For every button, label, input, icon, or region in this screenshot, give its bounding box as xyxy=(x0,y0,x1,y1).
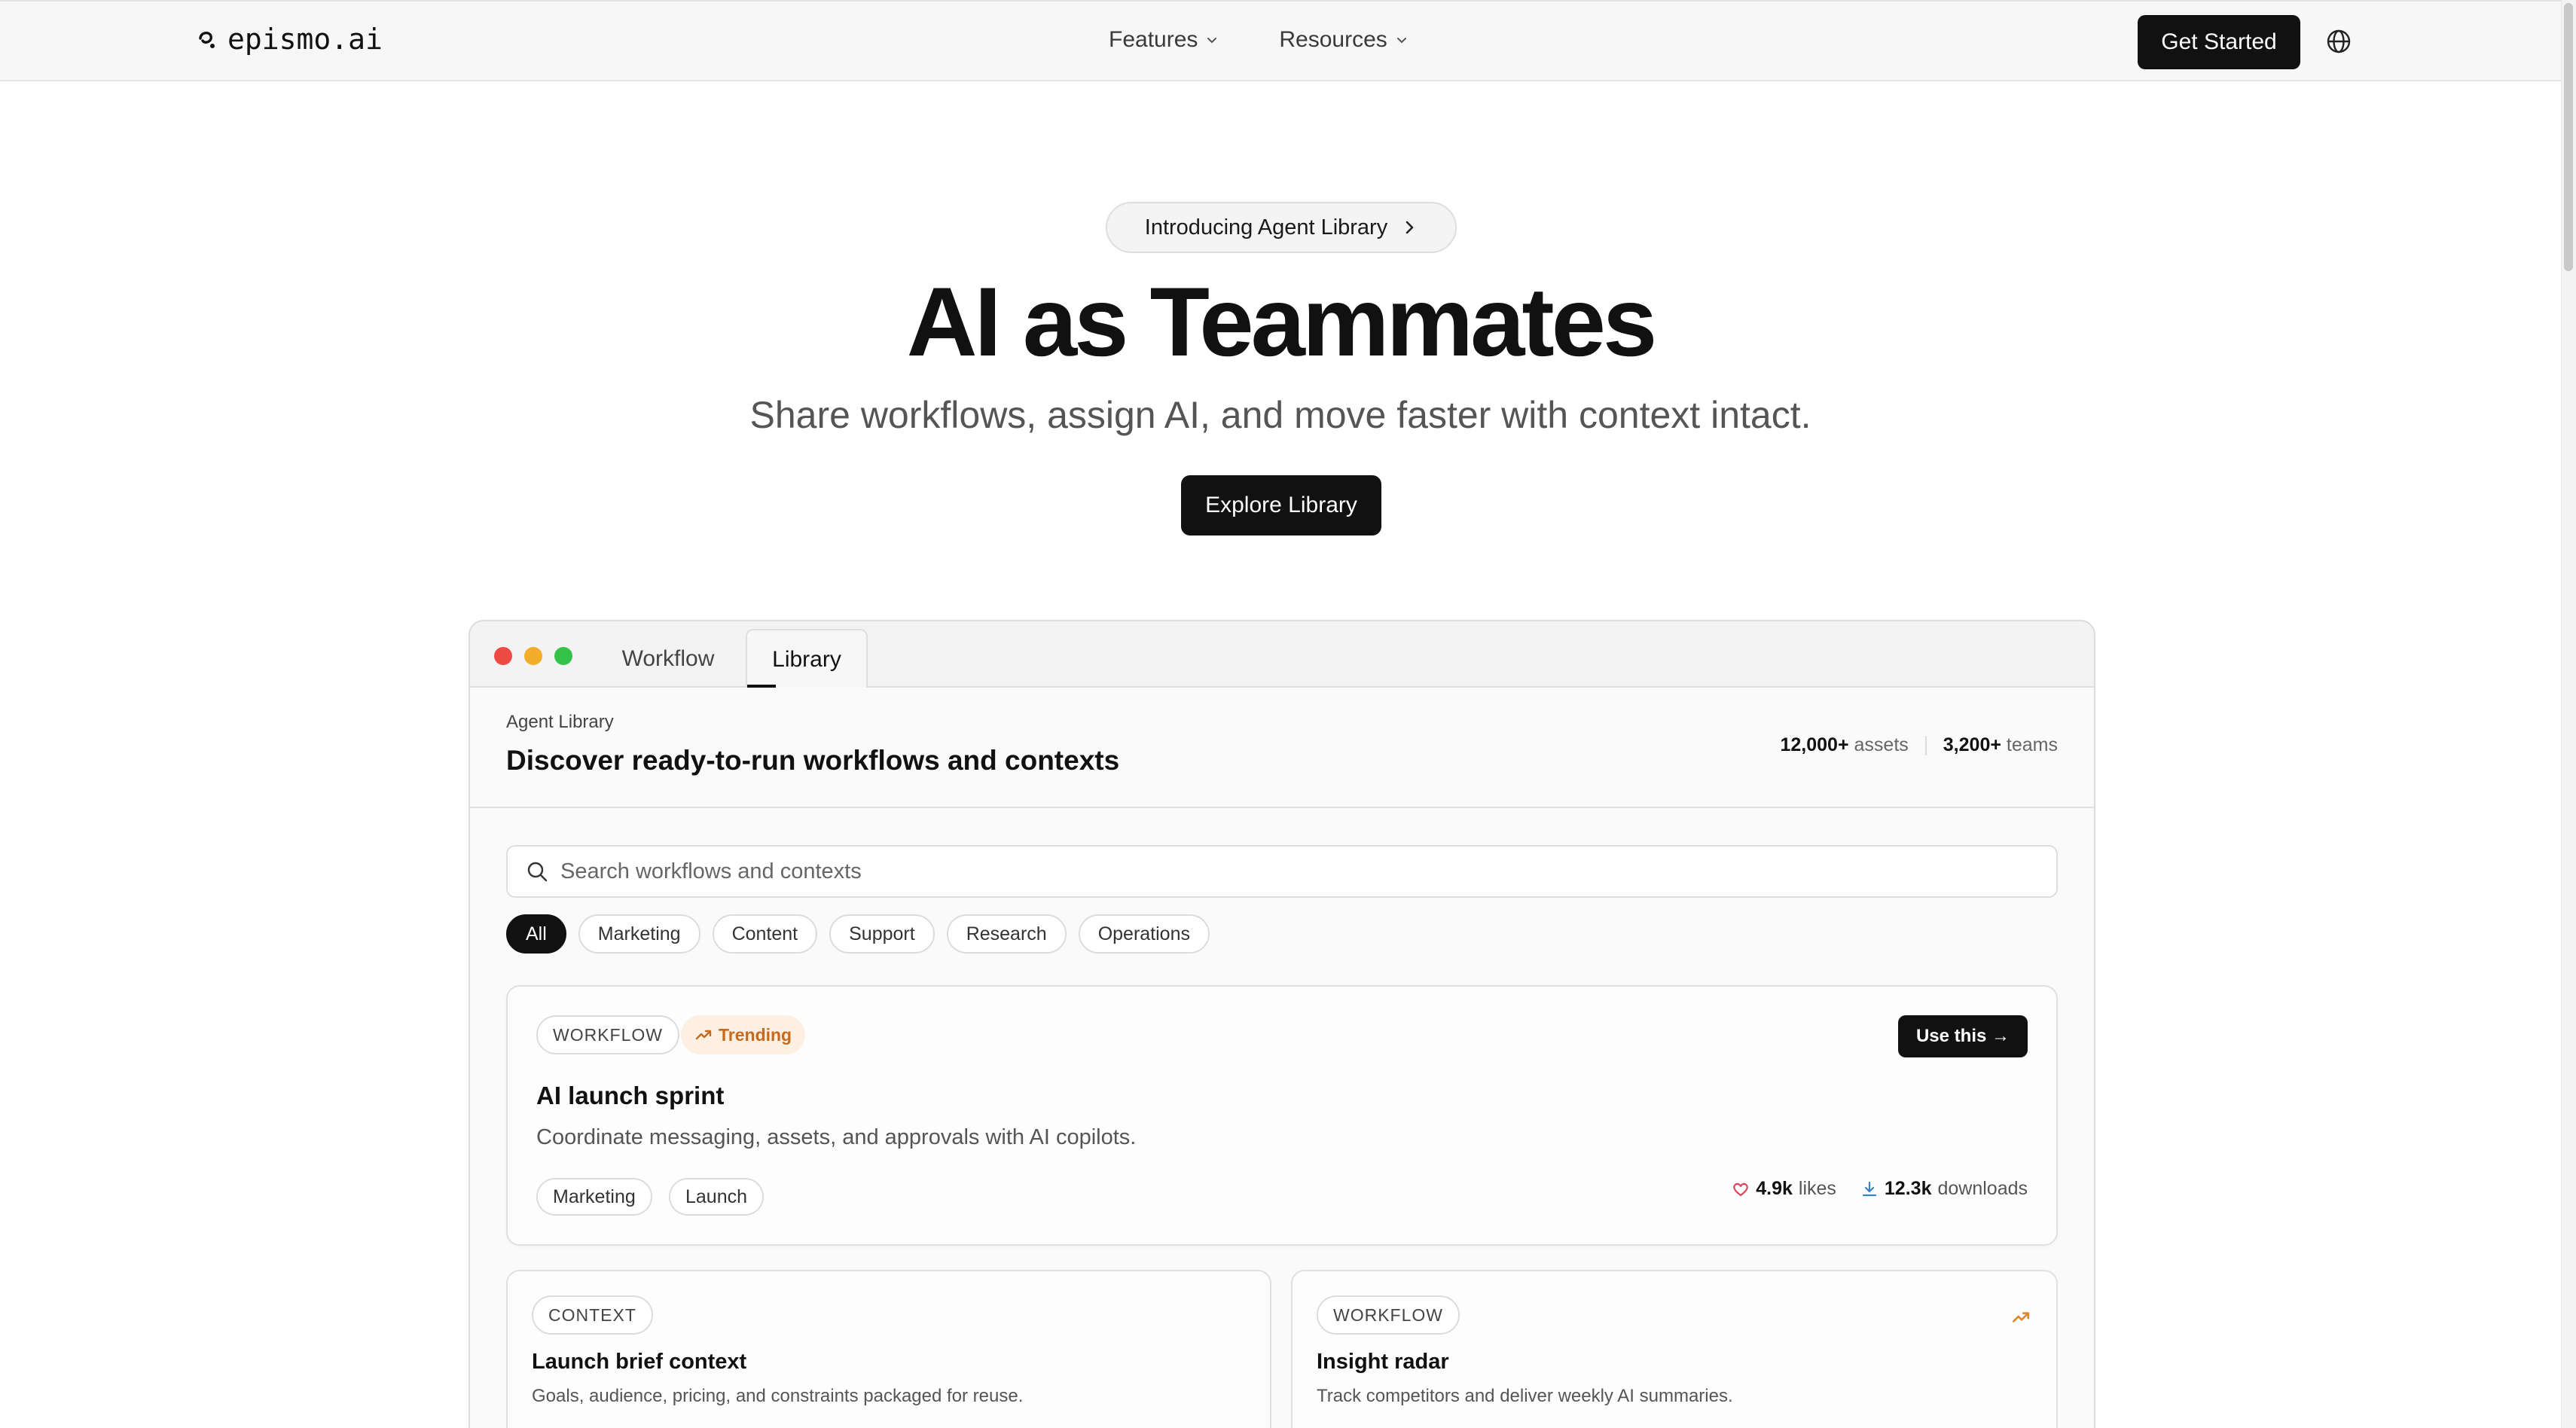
trending-up-icon xyxy=(695,1030,712,1040)
filter-marketing[interactable]: Marketing xyxy=(578,914,700,954)
tag-launch[interactable]: Launch xyxy=(669,1178,765,1216)
filter-operations[interactable]: Operations xyxy=(1078,914,1210,954)
use-this-button[interactable]: Use this → xyxy=(1897,1015,2028,1057)
context-card[interactable]: CONTEXT Launch brief context Goals, audi… xyxy=(506,1270,1271,1428)
workflow-card[interactable]: WORKFLOW Insight radar Track competitors… xyxy=(1291,1270,2058,1428)
scrollbar-thumb[interactable] xyxy=(2564,3,2573,271)
nav-features[interactable]: Features xyxy=(1109,27,1219,53)
tab-workflow[interactable]: Workflow xyxy=(604,630,732,688)
logo[interactable]: epismo.ai xyxy=(196,23,383,56)
card-title: Launch brief context xyxy=(532,1350,747,1374)
window-tab-bar: Workflow Library xyxy=(470,621,2094,689)
downloads-label: downloads xyxy=(1937,1178,2028,1199)
chevron-down-icon xyxy=(1207,38,1217,44)
stat-divider xyxy=(1924,735,1927,755)
card-metrics: 4.9k likes 12.3k downloads xyxy=(1732,1178,2028,1200)
download-icon xyxy=(1862,1181,1877,1196)
library-eyebrow: Agent Library xyxy=(506,712,614,732)
trending-label: Trending xyxy=(719,1024,792,1045)
filter-content[interactable]: Content xyxy=(712,914,818,954)
type-badge: WORKFLOW xyxy=(536,1015,679,1054)
card-description: Goals, audience, pricing, and constraint… xyxy=(532,1386,1024,1406)
card-title: AI launch sprint xyxy=(536,1082,725,1109)
type-badge: WORKFLOW xyxy=(1317,1295,1460,1335)
downloads-value: 12.3k xyxy=(1884,1178,1932,1199)
announcement-label: Introducing Agent Library xyxy=(1144,215,1388,240)
trending-up-icon xyxy=(2012,1312,2030,1323)
likes-metric[interactable]: 4.9k likes xyxy=(1732,1178,1836,1200)
nav-resources[interactable]: Resources xyxy=(1279,27,1408,53)
filter-research[interactable]: Research xyxy=(946,914,1067,954)
hero-title: AI as Teammates xyxy=(906,267,1658,377)
tag-marketing[interactable]: Marketing xyxy=(536,1178,652,1216)
downloads-metric[interactable]: 12.3k downloads xyxy=(1860,1178,2028,1200)
search-input[interactable] xyxy=(560,859,1992,884)
tab-library[interactable]: Library xyxy=(746,629,868,689)
window-close-dot xyxy=(494,647,512,665)
logo-text: epismo.ai xyxy=(227,23,383,56)
trending-badge: Trending xyxy=(681,1015,806,1054)
type-badge: CONTEXT xyxy=(532,1295,653,1335)
chevron-right-icon xyxy=(1406,221,1414,234)
library-preview-window: Workflow Library Agent Library Discover … xyxy=(469,620,2095,1428)
featured-workflow-card[interactable]: WORKFLOW Trending Use this → AI launch s… xyxy=(506,985,2058,1246)
logo-mark-icon xyxy=(199,32,215,48)
globe-icon[interactable] xyxy=(2326,29,2352,54)
window-maximize-dot xyxy=(554,647,572,665)
filter-support[interactable]: Support xyxy=(829,914,935,954)
search-icon xyxy=(527,862,548,882)
hero-subtitle: Share workflows, assign AI, and move fas… xyxy=(749,394,1811,436)
chevron-down-icon xyxy=(1396,38,1406,44)
window-minimize-dot xyxy=(524,647,542,665)
explore-library-button[interactable]: Explore Library xyxy=(1181,475,1381,536)
teams-stat: 3,200+ teams xyxy=(1943,734,2058,756)
announcement-pill[interactable]: Introducing Agent Library xyxy=(1106,202,1457,253)
filter-all[interactable]: All xyxy=(506,914,566,954)
assets-label: assets xyxy=(1854,734,1909,755)
get-started-button[interactable]: Get Started xyxy=(2138,15,2300,69)
assets-value: 12,000+ xyxy=(1780,734,1849,755)
top-navigation: epismo.ai Features Resources Get Started xyxy=(0,0,2561,81)
library-header: Agent Library Discover ready-to-run work… xyxy=(470,688,2094,808)
likes-value: 4.9k xyxy=(1756,1178,1793,1199)
card-description: Coordinate messaging, assets, and approv… xyxy=(536,1125,1137,1149)
card-description: Track competitors and deliver weekly AI … xyxy=(1317,1386,1733,1406)
card-title: Insight radar xyxy=(1317,1350,1449,1374)
category-filters: All Marketing Content Support Research O… xyxy=(506,914,1210,954)
teams-label: teams xyxy=(2006,734,2058,755)
teams-value: 3,200+ xyxy=(1943,734,2001,755)
assets-stat: 12,000+ assets xyxy=(1780,734,1908,756)
heart-icon xyxy=(1733,1182,1749,1196)
library-search[interactable] xyxy=(506,845,2058,898)
main-menu: Features Resources xyxy=(1109,27,1409,53)
nav-features-label: Features xyxy=(1109,27,1198,52)
nav-resources-label: Resources xyxy=(1279,27,1387,52)
library-title: Discover ready-to-run workflows and cont… xyxy=(506,745,1120,776)
page-scrollbar[interactable] xyxy=(2561,0,2576,1428)
library-stats: 12,000+ assets 3,200+ teams xyxy=(1780,734,2058,756)
likes-label: likes xyxy=(1798,1178,1836,1199)
